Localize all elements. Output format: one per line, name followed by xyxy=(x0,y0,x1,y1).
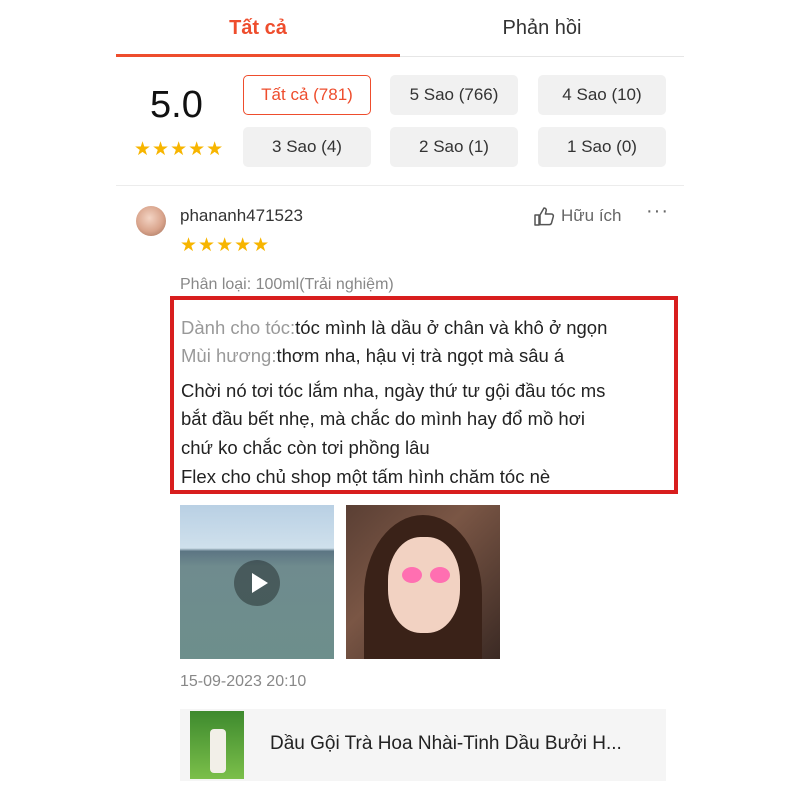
reviewer-username: phananh471523 xyxy=(180,206,303,225)
hair-type-label: Dành cho tóc: xyxy=(181,317,296,338)
divider xyxy=(116,185,684,186)
review-photo-thumbnail[interactable] xyxy=(346,505,500,659)
filter-3-star[interactable]: 3 Sao (4) xyxy=(243,127,371,167)
helpful-label: Hữu ích xyxy=(561,206,622,225)
hair-type-line: Dành cho tóc:tóc mình là dầu ở chân và k… xyxy=(181,317,607,339)
review-stars: ★★★★★ xyxy=(180,235,271,256)
review-date: 15-09-2023 20:10 xyxy=(180,673,307,690)
tab-bar: Tất cả Phản hồi xyxy=(116,0,684,57)
review-text-line: Flex cho chủ shop một tấm hình chăm tóc … xyxy=(181,466,551,487)
product-card[interactable]: Dầu Gội Trà Hoa Nhài-Tinh Dầu Bưởi H... xyxy=(180,709,666,781)
scent-label: Mùi hương: xyxy=(181,345,277,366)
rating-score: 5.0 xyxy=(150,84,203,126)
tab-feedback[interactable]: Phản hồi xyxy=(400,0,684,56)
review-video-thumbnail[interactable] xyxy=(180,505,334,659)
scent-line: Mùi hương:thơm nha, hậu vị trà ngọt mà s… xyxy=(181,345,564,367)
more-options-icon[interactable]: ··· xyxy=(646,200,669,223)
filter-5-star[interactable]: 5 Sao (766) xyxy=(390,75,518,115)
avatar[interactable] xyxy=(136,206,166,236)
review-text-line: Chời nó tơi tóc lắm nha, ngày thứ tư gội… xyxy=(181,380,606,401)
review-text-line: bắt đầu bết nhẹ, mà chắc do mình hay đổ … xyxy=(181,408,585,429)
filter-2-star[interactable]: 2 Sao (1) xyxy=(390,127,518,167)
photo-face xyxy=(388,537,460,633)
review-text-line: chứ ko chắc còn tơi phồng lâu xyxy=(181,437,430,458)
rating-stars: ★★★★★ xyxy=(134,139,225,160)
thumbs-up-icon xyxy=(534,207,555,226)
review-variation: Phân loại: 100ml(Trải nghiệm) xyxy=(180,276,394,293)
scent-value: thơm nha, hậu vị trà ngọt mà sâu á xyxy=(276,345,565,366)
filter-4-star[interactable]: 4 Sao (10) xyxy=(538,75,666,115)
helpful-button[interactable]: Hữu ích xyxy=(533,206,622,226)
active-tab-indicator xyxy=(116,54,400,57)
filter-all[interactable]: Tất cả (781) xyxy=(243,75,371,115)
hair-type-value: tóc mình là dầu ở chân và khô ở ngọn xyxy=(295,317,608,338)
filter-1-star[interactable]: 1 Sao (0) xyxy=(538,127,666,167)
product-name: Dầu Gội Trà Hoa Nhài-Tinh Dầu Bưởi H... xyxy=(270,733,622,754)
tab-all[interactable]: Tất cả xyxy=(116,0,400,56)
product-thumbnail xyxy=(190,711,244,779)
glasses-icon xyxy=(400,567,452,583)
play-icon[interactable] xyxy=(234,560,280,606)
